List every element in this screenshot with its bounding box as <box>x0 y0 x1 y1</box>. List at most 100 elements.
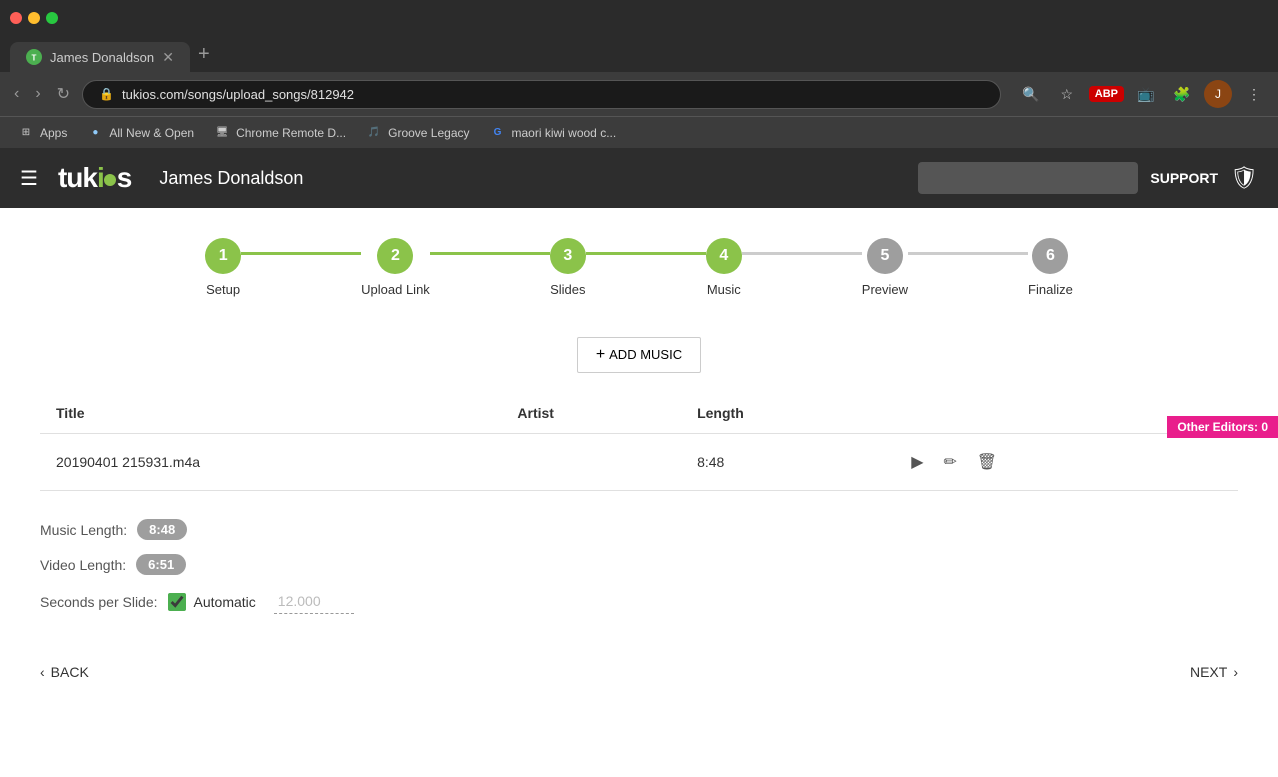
video-length-badge: 6:51 <box>136 554 186 575</box>
groove-legacy-icon: 🎵 <box>366 125 382 141</box>
edit-button[interactable]: ✏ <box>935 448 964 476</box>
step-label-1: Setup <box>206 282 240 297</box>
step-6: 6 Finalize <box>1028 238 1073 297</box>
row-actions: ▶ ✏ 🗑 <box>887 434 1238 491</box>
profile-avatar[interactable]: J <box>1204 80 1232 108</box>
row-length: 8:48 <box>681 434 887 491</box>
next-chevron-icon: › <box>1233 664 1238 680</box>
forward-nav-button[interactable]: › <box>31 81 44 107</box>
search-input[interactable] <box>918 162 1138 194</box>
back-button[interactable]: ‹ BACK <box>40 664 89 680</box>
chrome-remote-icon: 🖥 <box>214 125 230 141</box>
traffic-lights <box>10 12 58 24</box>
row-title: 20190401 215931.m4a <box>40 434 501 491</box>
delete-button[interactable]: 🗑 <box>969 448 1005 476</box>
seconds-per-slide-label: Seconds per Slide: <box>40 594 158 610</box>
step-label-3: Slides <box>550 282 585 297</box>
step-5: 5 Preview <box>862 238 908 297</box>
bookmark-maori[interactable]: G maori kiwi wood c... <box>482 121 625 145</box>
step-1: 1 Setup <box>205 238 241 297</box>
app-container: ☰ tukis James Donaldson SUPPORT 🛡 Other … <box>0 148 1278 777</box>
main-content: 1 Setup 2 Upload Link 3 <box>0 208 1278 710</box>
logo-text: tukis <box>58 162 131 194</box>
apps-icon: ⊞ <box>18 125 34 141</box>
automatic-checkbox[interactable] <box>168 593 186 611</box>
music-length-badge: 8:48 <box>137 519 187 540</box>
step-connector-4 <box>742 252 862 255</box>
music-table: Title Artist Length 20190401 215931.m4a … <box>40 393 1238 491</box>
header-right: SUPPORT 🛡 <box>918 162 1258 194</box>
lock-icon: 🔒 <box>99 87 114 101</box>
tab-close-button[interactable]: ✕ <box>162 49 174 66</box>
col-length: Length <box>681 393 887 434</box>
step-circle-4: 4 <box>706 238 742 274</box>
abp-button[interactable]: ABP <box>1089 86 1124 102</box>
refresh-button[interactable]: ↻ <box>53 80 74 108</box>
google-icon: G <box>490 125 506 141</box>
user-name: James Donaldson <box>159 168 303 189</box>
table-row: 20190401 215931.m4a 8:48 ▶ ✏ 🗑 <box>40 434 1238 491</box>
bookmark-groove-legacy-label: Groove Legacy <box>388 126 469 140</box>
video-length-row: Video Length: 6:51 <box>40 554 1238 575</box>
extensions-button[interactable]: 🧩 <box>1168 80 1196 108</box>
bookmark-apps[interactable]: ⊞ Apps <box>10 121 75 145</box>
next-button[interactable]: NEXT › <box>1190 664 1238 680</box>
maximize-traffic-light[interactable] <box>46 12 58 24</box>
svg-text:T: T <box>32 54 37 63</box>
step-circle-1: 1 <box>205 238 241 274</box>
bookmarks-bar: ⊞ Apps ● All New & Open 🖥 Chrome Remote … <box>0 116 1278 148</box>
bookmark-maori-label: maori kiwi wood c... <box>512 126 617 140</box>
menu-button[interactable]: ⋮ <box>1240 80 1268 108</box>
add-music-label: ADD MUSIC <box>609 347 682 362</box>
circle-icon: ● <box>87 125 103 141</box>
step-2: 2 Upload Link <box>361 238 430 297</box>
search-button[interactable]: 🔍 <box>1017 80 1045 108</box>
step-label-6: Finalize <box>1028 282 1073 297</box>
row-artist <box>501 434 681 491</box>
nav-footer: ‹ BACK NEXT › <box>40 654 1238 680</box>
app-header: ☰ tukis James Donaldson SUPPORT 🛡 <box>0 148 1278 208</box>
minimize-traffic-light[interactable] <box>28 12 40 24</box>
step-connector-2 <box>430 252 550 255</box>
step-circle-6: 6 <box>1032 238 1068 274</box>
bookmark-chrome-remote[interactable]: 🖥 Chrome Remote D... <box>206 121 354 145</box>
new-tab-button[interactable]: + <box>190 43 218 66</box>
auto-value-input[interactable] <box>274 589 354 614</box>
bookmark-groove-legacy[interactable]: 🎵 Groove Legacy <box>358 121 477 145</box>
bookmark-all-new[interactable]: ● All New & Open <box>79 121 202 145</box>
address-bar[interactable]: 🔒 tukios.com/songs/upload_songs/812942 <box>82 80 1001 109</box>
music-length-label: Music Length: <box>40 522 127 538</box>
add-music-button[interactable]: + ADD MUSIC <box>577 337 701 373</box>
back-nav-button[interactable]: ‹ <box>10 81 23 107</box>
back-chevron-icon: ‹ <box>40 664 45 680</box>
tab-title: James Donaldson <box>50 50 154 65</box>
logo: tukis <box>58 162 131 194</box>
bookmark-all-new-label: All New & Open <box>109 126 194 140</box>
shield-icon[interactable]: 🛡 <box>1230 165 1258 191</box>
support-button[interactable]: SUPPORT <box>1150 170 1218 186</box>
tab-favicon: T <box>26 49 42 65</box>
step-connector-5 <box>908 252 1028 255</box>
video-length-label: Video Length: <box>40 557 126 573</box>
back-button-label: BACK <box>51 664 89 680</box>
next-button-label: NEXT <box>1190 664 1227 680</box>
stepper: 1 Setup 2 Upload Link 3 <box>40 238 1238 297</box>
hamburger-menu[interactable]: ☰ <box>20 166 38 191</box>
step-circle-5: 5 <box>867 238 903 274</box>
step-connector-1 <box>241 252 361 255</box>
automatic-checkbox-row: Automatic <box>168 589 354 614</box>
step-connector-3 <box>586 252 706 255</box>
bookmark-button[interactable]: ☆ <box>1053 80 1081 108</box>
cast-button[interactable]: 📺 <box>1132 80 1160 108</box>
step-4: 4 Music <box>706 238 742 297</box>
play-button[interactable]: ▶ <box>903 448 931 476</box>
step-circle-3: 3 <box>550 238 586 274</box>
tab-bar: T James Donaldson ✕ + <box>0 36 1278 72</box>
browser-actions: 🔍 ☆ ABP 📺 🧩 J ⋮ <box>1017 80 1268 108</box>
seconds-per-slide-row: Seconds per Slide: Automatic <box>40 589 1238 614</box>
step-circle-2: 2 <box>377 238 413 274</box>
col-title: Title <box>40 393 501 434</box>
step-label-4: Music <box>707 282 741 297</box>
active-tab[interactable]: T James Donaldson ✕ <box>10 42 190 72</box>
close-traffic-light[interactable] <box>10 12 22 24</box>
